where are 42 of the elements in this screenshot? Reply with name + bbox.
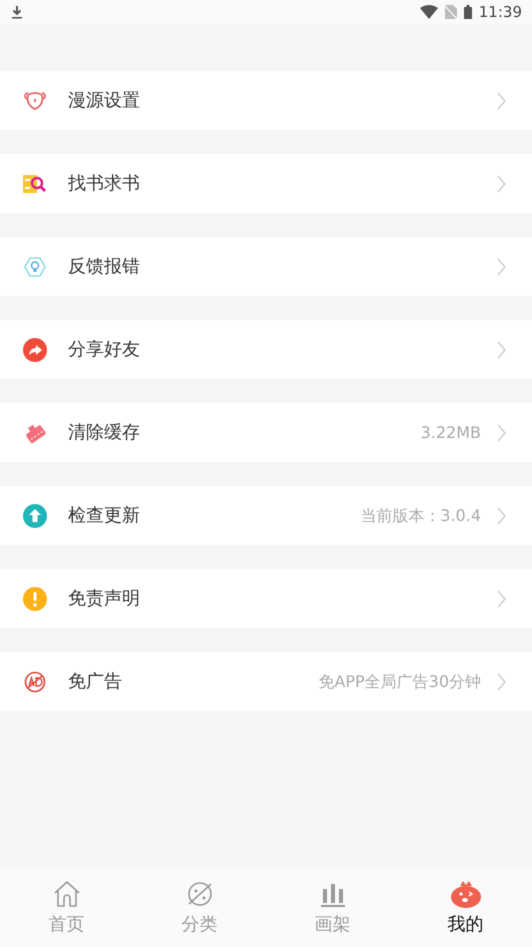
menu-item[interactable]: 免责声明 (0, 569, 532, 628)
wifi-icon (420, 5, 438, 19)
status-time: 11:39 (478, 2, 522, 23)
menu-label: 分享好友 (68, 338, 140, 362)
menu-label: 免责声明 (68, 587, 140, 611)
menu-label: 检查更新 (68, 504, 140, 528)
nav-tab[interactable]: 我的 (399, 868, 532, 947)
chevron-right-icon (497, 590, 506, 608)
upload-icon (23, 504, 47, 528)
mascot-icon (450, 879, 482, 909)
warning-icon (23, 586, 47, 610)
menu-value: 3.22MB (420, 422, 481, 444)
menu-item[interactable]: 漫源设置 (0, 71, 532, 130)
bear-icon (24, 90, 46, 110)
menu-value: 当前版本：3.0.4 (360, 504, 481, 526)
bulb-icon (24, 256, 46, 276)
no-ad-icon (24, 670, 46, 692)
chevron-right-icon (497, 92, 506, 110)
menu-label: 反馈报错 (68, 255, 140, 279)
chevron-right-icon (497, 672, 506, 690)
battery-icon (464, 5, 472, 19)
menu-label: 漫源设置 (68, 89, 140, 113)
home-icon (52, 879, 82, 909)
menu-label: 免广告 (68, 670, 122, 694)
menu-item[interactable]: 找书求书 (0, 154, 532, 213)
chevron-right-icon (497, 258, 506, 276)
menu-label: 找书求书 (68, 172, 140, 196)
share-icon (23, 338, 47, 362)
book-search-icon (23, 174, 47, 194)
menu-value: 免APP全局广告30分钟 (318, 670, 481, 692)
chevron-right-icon (497, 174, 506, 192)
menu-item[interactable]: 清除缓存 3.22MB (0, 403, 532, 462)
chevron-right-icon (497, 506, 506, 524)
chevron-right-icon (497, 340, 506, 358)
download-icon (10, 5, 24, 19)
menu-item[interactable]: 反馈报错 (0, 237, 532, 296)
menu-item[interactable]: 免广告 免APP全局广告30分钟 (0, 652, 532, 711)
menu-item[interactable]: 检查更新 当前版本：3.0.4 (0, 486, 532, 545)
menu-item[interactable]: 分享好友 (0, 320, 532, 379)
no-sim-icon (444, 5, 457, 19)
chevron-right-icon (497, 424, 506, 442)
menu-label: 清除缓存 (68, 421, 140, 445)
